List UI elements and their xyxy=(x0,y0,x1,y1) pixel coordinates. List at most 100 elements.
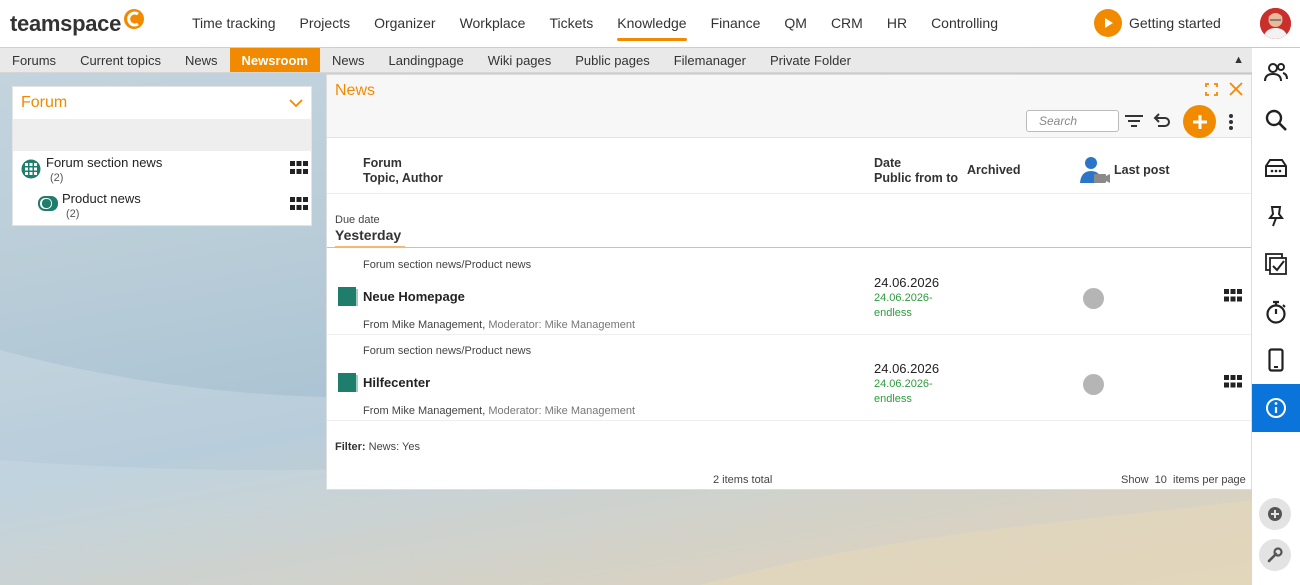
filter-icon[interactable] xyxy=(1124,114,1144,130)
forum-topics-icon xyxy=(38,196,58,211)
subtab-filemanager[interactable]: Filemanager xyxy=(662,48,758,72)
row-path: Forum section news/Product news xyxy=(363,259,532,271)
row-public-from: 24.06.2026- xyxy=(874,378,933,390)
subtab-news-2[interactable]: News xyxy=(320,48,377,72)
column-forum: Forum xyxy=(363,156,402,170)
items-per-page: Show 10 items per page xyxy=(1121,474,1246,486)
row-title[interactable]: Neue Homepage xyxy=(363,289,465,304)
top-navigation: teamspace Time tracking Projects Organiz… xyxy=(0,0,1300,47)
subtab-landingpage[interactable]: Landingpage xyxy=(376,48,475,72)
nav-organizer[interactable]: Organizer xyxy=(362,0,447,47)
subtab-current-topics[interactable]: Current topics xyxy=(68,48,173,72)
column-last-post[interactable]: Last post xyxy=(1114,163,1170,178)
search-icon[interactable] xyxy=(1252,96,1300,144)
nav-controlling[interactable]: Controlling xyxy=(919,0,1010,47)
add-button[interactable] xyxy=(1183,105,1216,138)
collapse-up-icon[interactable]: ▲ xyxy=(1233,48,1244,73)
group-underline xyxy=(335,246,405,248)
grid-menu-icon[interactable] xyxy=(290,161,308,175)
forum-panel: Forum Forum section news (2) Product new… xyxy=(12,86,312,226)
forum-panel-filter-area xyxy=(13,120,311,151)
pin-icon[interactable] xyxy=(1252,192,1300,240)
table-row[interactable]: Forum section news/Product news Hilfecen… xyxy=(327,335,1251,421)
subtab-news[interactable]: News xyxy=(173,48,230,72)
nav-finance[interactable]: Finance xyxy=(699,0,773,47)
table-row[interactable]: Forum section news/Product news Neue Hom… xyxy=(327,249,1251,335)
nav-time-tracking[interactable]: Time tracking xyxy=(180,0,288,47)
subtab-private-folder[interactable]: Private Folder xyxy=(758,48,863,72)
column-headers: Forum Topic, Author Date Public from to … xyxy=(327,138,1251,194)
row-title[interactable]: Hilfecenter xyxy=(363,375,430,390)
nav-projects[interactable]: Projects xyxy=(288,0,363,47)
news-panel-header: News Search xyxy=(327,75,1251,138)
more-options-icon[interactable] xyxy=(1228,113,1234,131)
forum-panel-header[interactable]: Forum xyxy=(13,87,311,120)
wrench-icon[interactable] xyxy=(1259,539,1291,571)
tree-item-label: Product news xyxy=(62,191,141,206)
stopwatch-icon[interactable] xyxy=(1252,288,1300,336)
group-label: Due date xyxy=(335,214,380,226)
tree-item-product-news[interactable]: Product news (2) xyxy=(13,187,311,223)
filter-summary: Filter: News: Yes xyxy=(335,441,420,453)
search-input[interactable]: Search xyxy=(1026,110,1119,132)
user-avatar[interactable] xyxy=(1260,8,1291,39)
per-page-label: items per page xyxy=(1173,474,1246,486)
row-meta: From Mike Management, Moderator: Mike Ma… xyxy=(363,405,635,417)
right-sidebar xyxy=(1252,48,1300,585)
column-date[interactable]: Date Public from to xyxy=(874,156,958,186)
nav-qm[interactable]: QM xyxy=(772,0,819,47)
logo-text: teamspace xyxy=(10,11,122,36)
plus-icon xyxy=(1192,114,1207,129)
news-panel-title: News xyxy=(335,82,376,99)
row-public-range: 24.06.2026- endless xyxy=(874,377,933,407)
column-archived[interactable]: Archived xyxy=(967,163,1021,178)
add-circle-icon[interactable] xyxy=(1259,498,1291,530)
subtab-public-pages[interactable]: Public pages xyxy=(563,48,661,72)
row-public-to: endless xyxy=(874,307,912,319)
show-label: Show xyxy=(1121,474,1149,486)
subtab-wiki-pages[interactable]: Wiki pages xyxy=(476,48,564,72)
tree-item-forum-section-news[interactable]: Forum section news (2) xyxy=(13,151,311,187)
last-post-status-dot xyxy=(1083,374,1104,395)
row-path: Forum section news/Product news xyxy=(363,345,532,357)
subtab-newsroom[interactable]: Newsroom xyxy=(229,48,320,72)
tasks-icon[interactable] xyxy=(1252,240,1300,288)
grid-menu-icon[interactable] xyxy=(1224,289,1242,302)
column-topic-author: Topic, Author xyxy=(363,171,443,185)
column-forum-topic[interactable]: Forum Topic, Author xyxy=(363,156,443,186)
row-public-range: 24.06.2026- endless xyxy=(874,291,933,321)
chevron-down-icon[interactable] xyxy=(289,98,303,108)
last-post-user-icon xyxy=(1080,157,1110,183)
info-icon[interactable] xyxy=(1252,384,1300,432)
row-author: From Mike Management, xyxy=(363,319,486,331)
main-menu: Time tracking Projects Organizer Workpla… xyxy=(180,0,1010,47)
subtab-forums[interactable]: Forums xyxy=(0,48,68,72)
filter-value: News: Yes xyxy=(368,441,420,453)
nav-knowledge[interactable]: Knowledge xyxy=(605,0,698,47)
news-article-icon xyxy=(338,373,358,392)
nav-workplace[interactable]: Workplace xyxy=(448,0,538,47)
per-page-select[interactable]: 10 xyxy=(1155,474,1167,486)
forum-panel-title: Forum xyxy=(21,94,68,111)
nav-tickets[interactable]: Tickets xyxy=(537,0,605,47)
close-icon[interactable] xyxy=(1229,82,1243,96)
filter-label: Filter: xyxy=(335,441,366,453)
grid-menu-icon[interactable] xyxy=(290,197,308,211)
nav-crm[interactable]: CRM xyxy=(819,0,875,47)
grid-menu-icon[interactable] xyxy=(1224,375,1242,388)
mobile-icon[interactable] xyxy=(1252,336,1300,384)
users-icon[interactable] xyxy=(1252,48,1300,96)
row-moderator: Moderator: Mike Management xyxy=(488,319,636,331)
sub-navigation: Forums Current topics News Newsroom News… xyxy=(0,48,1252,73)
row-moderator: Moderator: Mike Management xyxy=(488,405,636,417)
getting-started-label: Getting started xyxy=(1129,15,1221,31)
undo-icon[interactable] xyxy=(1153,112,1171,128)
inbox-icon[interactable] xyxy=(1252,144,1300,192)
teamspace-logo[interactable]: teamspace xyxy=(10,9,145,38)
forum-section-icon xyxy=(21,159,41,179)
tree-item-label: Forum section news xyxy=(46,155,163,170)
nav-hr[interactable]: HR xyxy=(875,0,919,47)
row-author: From Mike Management, xyxy=(363,405,486,417)
maximize-icon[interactable] xyxy=(1205,83,1218,96)
getting-started-button[interactable]: Getting started xyxy=(1094,9,1221,37)
